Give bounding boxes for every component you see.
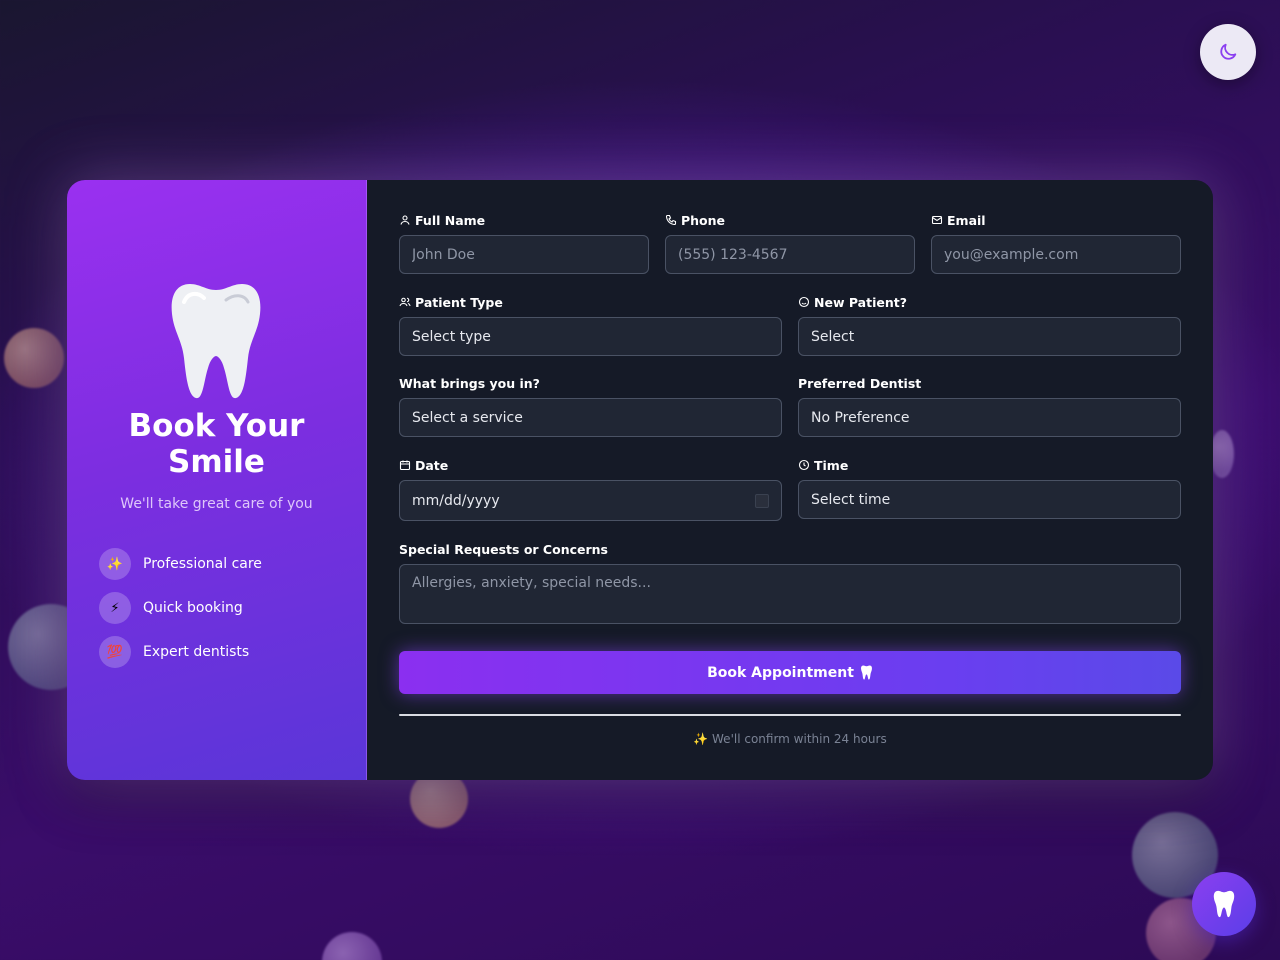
booking-form: Full Name Phone Email Patient Type Selec… [367, 180, 1213, 780]
feature-item: ✨ Professional care [99, 548, 262, 580]
bokeh-bubble [322, 932, 382, 960]
clock-icon [798, 459, 810, 471]
feature-list: ✨ Professional care ⚡ Quick booking 💯 Ex… [99, 548, 262, 680]
email-input[interactable] [931, 235, 1181, 274]
email-label: Email [931, 212, 986, 228]
feature-label: Expert dentists [143, 644, 250, 660]
feature-label: Professional care [143, 556, 262, 572]
dentist-label: Preferred Dentist [798, 375, 922, 391]
time-label: Time [798, 457, 848, 473]
feature-item: 💯 Expert dentists [99, 636, 262, 668]
patient-type-select[interactable]: Select type [399, 317, 782, 356]
date-input[interactable]: mm/dd/yyyy [399, 480, 782, 521]
lightning-icon: ⚡ [99, 592, 131, 624]
bokeh-bubble [1210, 430, 1234, 478]
tooth-fab-button[interactable] [1192, 872, 1256, 936]
book-appointment-button[interactable]: Book Appointment [399, 651, 1181, 694]
date-value: mm/dd/yyyy [412, 492, 500, 509]
tooth-icon [171, 284, 261, 399]
new-patient-select[interactable]: Select [798, 317, 1181, 356]
time-select[interactable]: Select time [798, 480, 1181, 519]
full-name-label: Full Name [399, 212, 485, 228]
tooth-icon [860, 665, 873, 680]
new-patient-label: New Patient? [798, 294, 907, 310]
service-select[interactable]: Select a service [399, 398, 782, 437]
dentist-select[interactable]: No Preference [798, 398, 1181, 437]
user-icon [399, 214, 411, 226]
sparkles-icon: ✨ [99, 548, 131, 580]
phone-input[interactable] [665, 235, 915, 274]
mail-icon [931, 214, 943, 226]
sidebar-panel: Book Your Smile We'll take great care of… [67, 180, 367, 780]
confirmation-note: ✨ We'll confirm within 24 hours [693, 732, 887, 746]
theme-toggle-button[interactable] [1200, 24, 1256, 80]
calendar-picker-icon[interactable] [755, 493, 769, 508]
full-name-input[interactable] [399, 235, 649, 274]
users-icon [399, 296, 411, 308]
page-title: Book Your Smile [128, 408, 305, 480]
sidebar-subtitle: We'll take great care of you [120, 496, 313, 512]
smile-icon [798, 296, 810, 308]
feature-label: Quick booking [143, 600, 243, 616]
patient-type-label: Patient Type [399, 294, 503, 310]
moon-icon [1220, 43, 1237, 60]
bokeh-bubble [4, 328, 64, 388]
service-label: What brings you in? [399, 375, 540, 391]
date-label: Date [399, 457, 448, 473]
requests-textarea[interactable] [399, 564, 1181, 624]
feature-item: ⚡ Quick booking [99, 592, 262, 624]
divider [399, 714, 1181, 716]
booking-card: Book Your Smile We'll take great care of… [67, 180, 1213, 780]
heart-icon: 💯 [99, 636, 131, 668]
phone-icon [665, 214, 677, 226]
phone-label: Phone [665, 212, 725, 228]
calendar-icon [399, 459, 411, 471]
tooth-icon [1213, 890, 1235, 918]
requests-label: Special Requests or Concerns [399, 541, 608, 557]
